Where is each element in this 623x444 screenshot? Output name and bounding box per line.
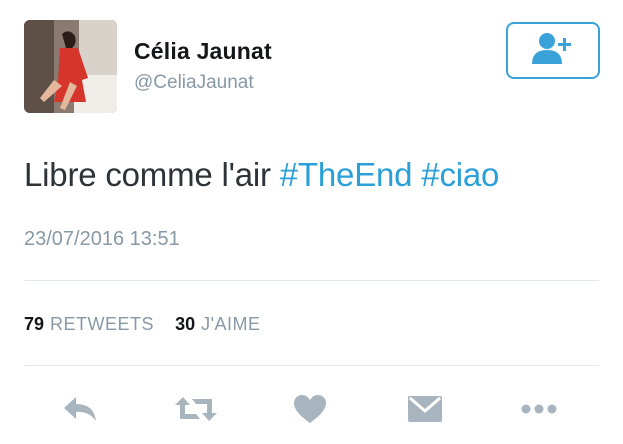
retweets-label: RETWEETS — [50, 314, 155, 334]
hashtag-theend[interactable]: #TheEnd — [280, 156, 413, 193]
follow-button[interactable] — [506, 22, 600, 79]
tweet-body: Libre comme l'air — [24, 156, 271, 193]
retweet-icon — [175, 397, 217, 421]
divider — [24, 280, 599, 281]
likes-count: 30 — [175, 314, 196, 334]
action-bar — [0, 385, 623, 433]
divider — [24, 365, 599, 366]
reply-button[interactable] — [56, 385, 104, 433]
tweet-stats: 79 RETWEETS 30 J'AIME — [24, 314, 277, 335]
likes-label: J'AIME — [201, 314, 261, 334]
tweet-timestamp: 23/07/2016 13:51 — [24, 228, 180, 250]
more-icon — [521, 404, 557, 414]
message-button[interactable] — [401, 385, 449, 433]
more-button[interactable] — [515, 385, 563, 433]
retweets-stat[interactable]: 79 RETWEETS — [24, 314, 175, 334]
user-handle[interactable]: @CeliaJaunat — [134, 72, 254, 94]
likes-stat[interactable]: 30 J'AIME — [175, 314, 276, 334]
display-name[interactable]: Célia Jaunat — [134, 38, 272, 65]
tweet-card: Célia Jaunat @CeliaJaunat Libre comme l'… — [0, 0, 623, 444]
hashtag-ciao[interactable]: #ciao — [421, 156, 499, 193]
avatar-photo — [24, 20, 117, 113]
tweet-text: Libre comme l'air #TheEnd #ciao — [24, 156, 499, 194]
reply-icon — [64, 397, 96, 421]
heart-icon — [294, 395, 326, 423]
add-user-icon — [531, 30, 575, 71]
avatar[interactable] — [24, 20, 117, 113]
message-icon — [408, 396, 442, 422]
retweet-button[interactable] — [172, 385, 220, 433]
retweets-count: 79 — [24, 314, 45, 334]
like-button[interactable] — [286, 385, 334, 433]
